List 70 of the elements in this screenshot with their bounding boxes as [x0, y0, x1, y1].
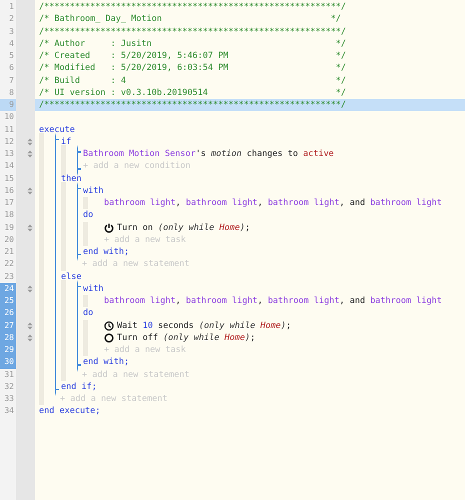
comment-line: /* Build : 4 */: [38, 74, 348, 87]
code-keyword: execute: [39, 124, 75, 136]
task-line[interactable]: Turn on (only while Home);: [104, 222, 250, 234]
line-number: 16: [3, 184, 15, 197]
reorder-handle-icon[interactable]: [27, 322, 33, 330]
reorder-handle-icon[interactable]: [27, 138, 33, 146]
line-number: 22: [3, 258, 15, 270]
line-number: 19: [3, 222, 15, 234]
circle-icon: [104, 332, 114, 343]
code-line[interactable]: bathroom light, bathroom light, bathroom light, and bathroom light: [104, 197, 442, 210]
comment-line: /* Author : Jusitn */: [38, 38, 348, 50]
code-keyword: with: [83, 184, 104, 197]
line-number: 12: [3, 136, 15, 148]
comment-line: /* Bathroom_ Day_ Motion */: [38, 13, 342, 26]
comment-line: /**********************************************************/: [38, 1, 348, 14]
line-number: 28: [0, 332, 16, 344]
code-keyword: end with;: [83, 356, 130, 368]
reorder-handle-icon[interactable]: [27, 334, 33, 342]
line-number: 10: [3, 111, 15, 124]
reorder-handle-icon[interactable]: [27, 150, 33, 158]
line-number: 25: [0, 295, 16, 308]
line-number: 14: [3, 160, 15, 172]
code-keyword: if: [61, 136, 72, 148]
clock-icon: [104, 320, 114, 331]
line-number: 17: [3, 197, 15, 209]
line-number: 30: [0, 356, 16, 368]
comment-line: /* Created : 5/20/2019, 5:46:07 PM */: [38, 50, 348, 62]
line-number: 1: [8, 1, 15, 13]
power-icon: [104, 222, 114, 233]
task-line[interactable]: Wait 10 seconds (only while Home);: [104, 320, 292, 332]
line-number: 9: [0, 99, 16, 112]
code-keyword: then: [61, 172, 82, 185]
reorder-handle-icon[interactable]: [27, 284, 33, 293]
reorder-handle-icon[interactable]: [27, 186, 33, 195]
line-number: 18: [3, 209, 15, 222]
line-number: 15: [3, 172, 15, 184]
line-number: 6: [8, 62, 15, 74]
line-number: 5: [8, 50, 15, 62]
code-keyword: with: [83, 282, 104, 295]
line-number: 34: [3, 405, 15, 418]
code-keyword: else: [61, 270, 82, 283]
reorder-handle-icon[interactable]: [27, 224, 33, 232]
line-number: 32: [3, 380, 15, 393]
line-number: 29: [0, 344, 16, 356]
code-keyword: end execute;: [39, 405, 100, 418]
line-number: 23: [3, 270, 15, 282]
line-number: 33: [3, 393, 15, 405]
comment-line: /* UI version : v0.3.10b.20190514 */: [38, 86, 348, 99]
task-line[interactable]: Turn off (only while Home);: [104, 332, 256, 344]
line-number: 2: [8, 13, 15, 26]
line-number: 13: [3, 148, 15, 160]
comment-line: /* Modified : 5/20/2019, 6:03:54 PM */: [38, 62, 348, 74]
code-keyword: end if;: [61, 380, 97, 393]
code-keyword: do: [83, 209, 94, 222]
line-number: 31: [3, 368, 15, 380]
line-number: 24: [0, 282, 16, 295]
line-number: 11: [3, 124, 15, 136]
code-line[interactable]: bathroom light, bathroom light, bathroom light, and bathroom light: [104, 295, 442, 308]
line-number: 8: [8, 86, 15, 99]
line-number: 26: [0, 307, 16, 320]
comment-line: /**********************************************************/: [38, 26, 348, 38]
line-number: 21: [3, 246, 15, 258]
line-number: 20: [3, 234, 15, 246]
line-number: 3: [8, 26, 15, 38]
line-number: 7: [8, 74, 15, 86]
code-line[interactable]: Bathroom Motion Sensor's motion changes to active: [83, 148, 334, 160]
line-number: 27: [0, 320, 16, 332]
code-keyword: end with;: [83, 246, 130, 258]
code-keyword: do: [83, 307, 94, 320]
line-number: 4: [8, 38, 15, 50]
